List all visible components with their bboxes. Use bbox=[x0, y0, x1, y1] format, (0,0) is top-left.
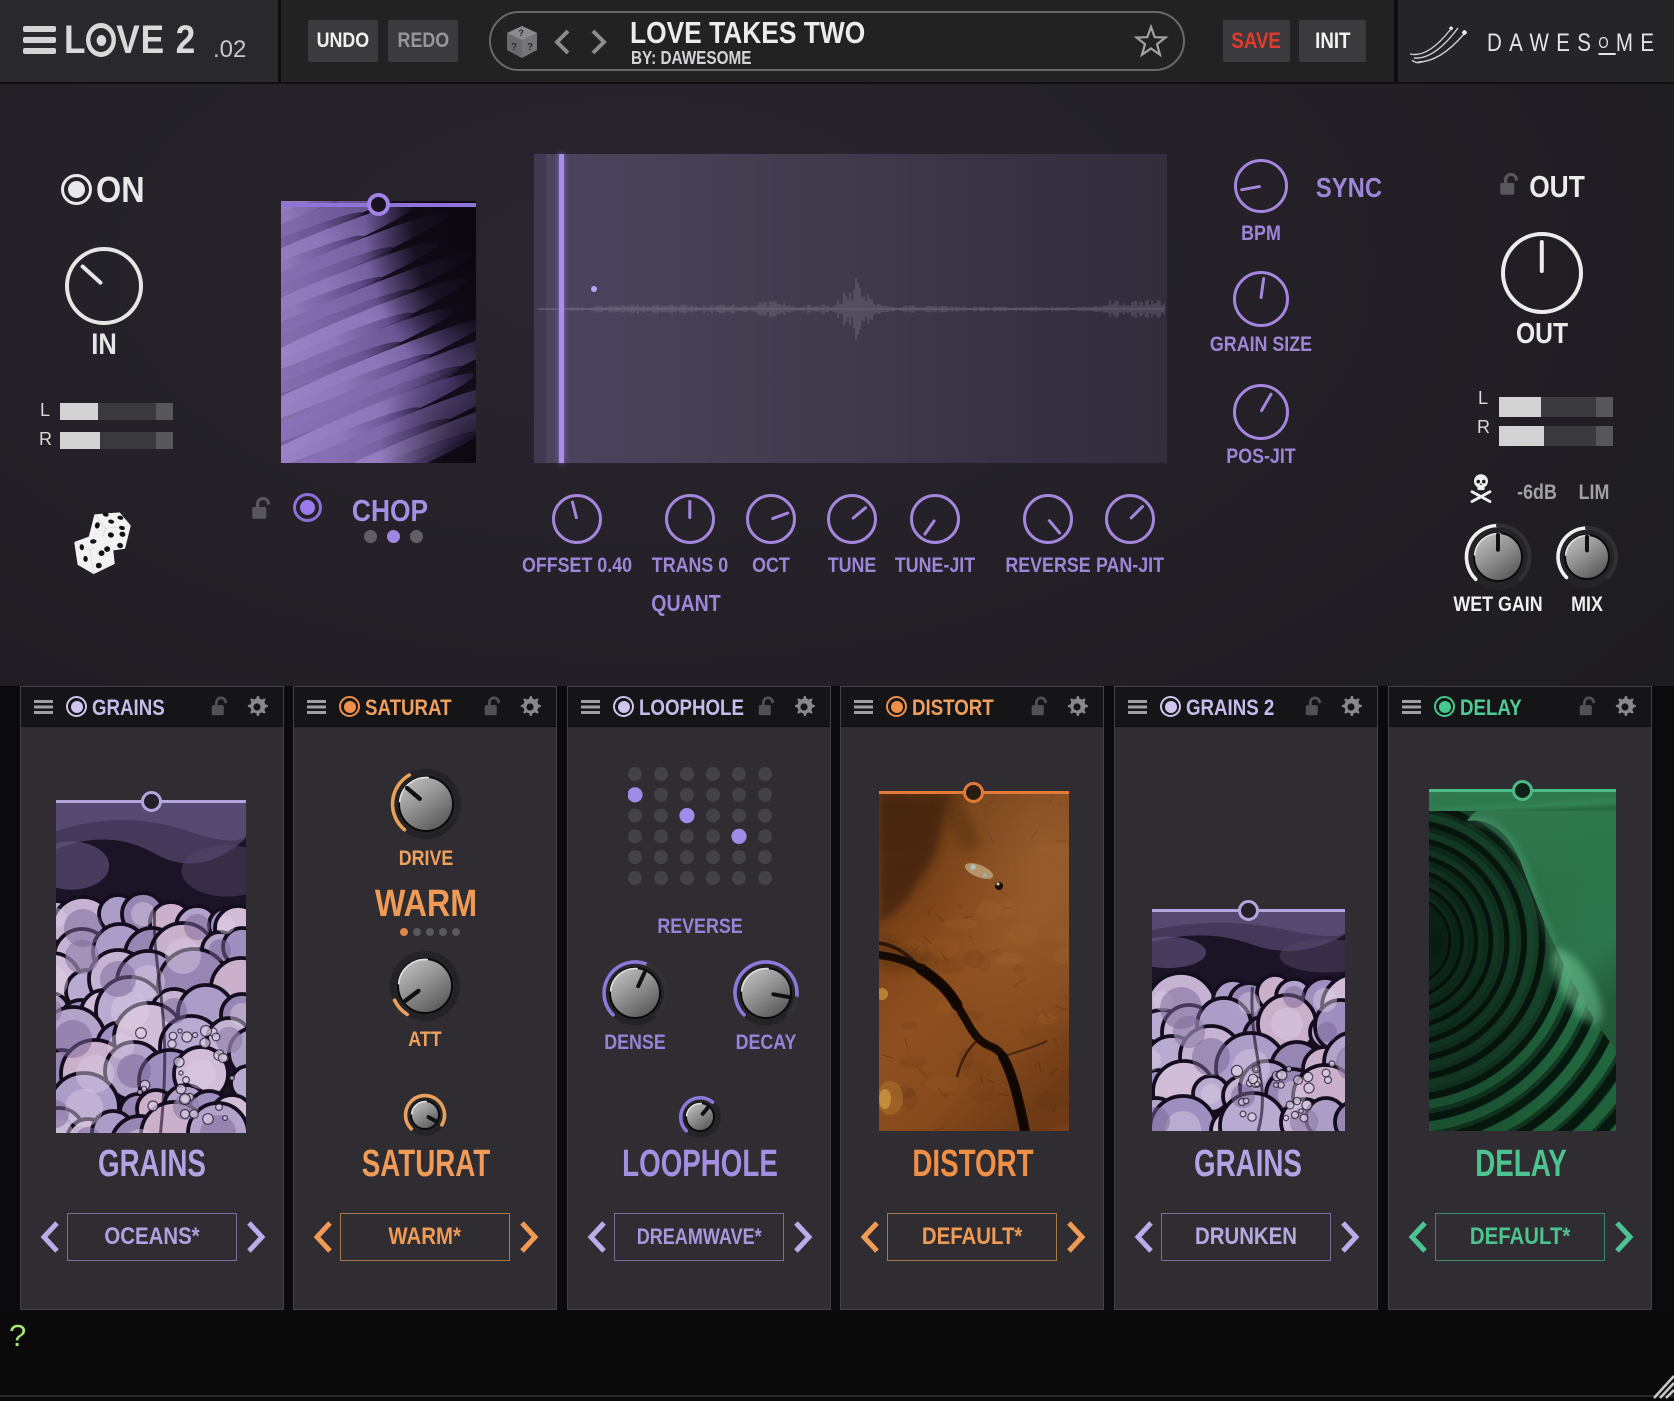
svg-text:?: ? bbox=[518, 28, 524, 38]
svg-text:?: ? bbox=[511, 42, 517, 53]
svg-text:?: ? bbox=[527, 42, 533, 53]
